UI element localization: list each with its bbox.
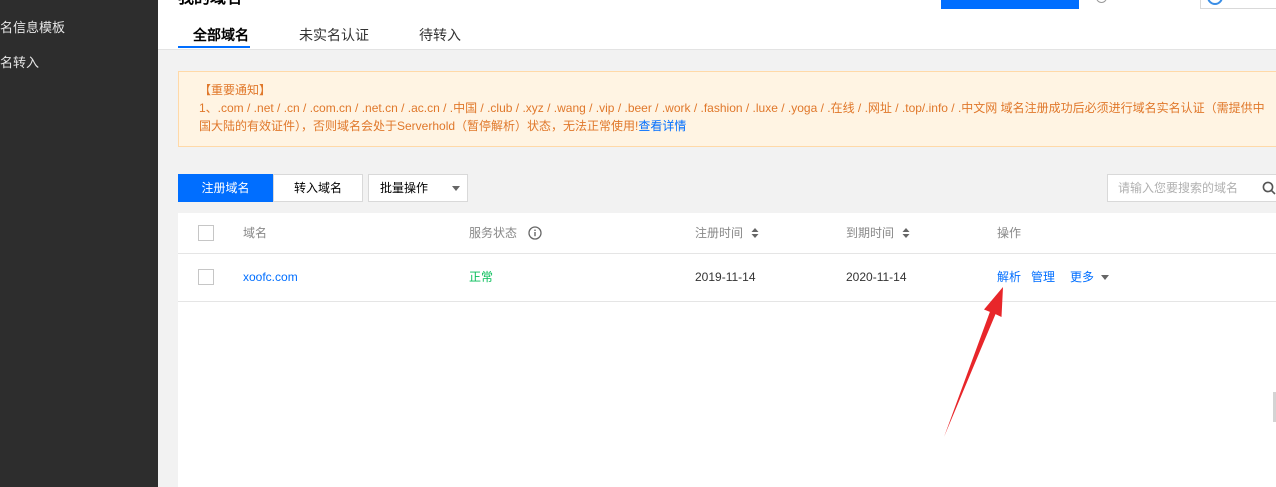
search-icon[interactable]: [1262, 181, 1276, 195]
info-icon[interactable]: [528, 226, 542, 240]
column-header-actions: 操作: [997, 226, 1022, 240]
user-icon: [1207, 0, 1223, 5]
column-header-expires[interactable]: 到期时间: [846, 213, 894, 253]
notice-line-2-text: 国大陆的有效证件），否则域名会处于Serverhold（暂停解析）状态，无法正常…: [199, 119, 639, 133]
domain-table: 域名 服务状态 注册时间 到期时间 操作 xoofc.com 正常 2019-1…: [178, 213, 1276, 487]
status-badge: 正常: [469, 270, 494, 284]
column-header-registered[interactable]: 注册时间: [695, 213, 743, 253]
notice-line-2: 国大陆的有效证件），否则域名会处于Serverhold（暂停解析）状态，无法正常…: [199, 117, 1276, 135]
search-placeholder: 请输入您要搜索的域名: [1118, 181, 1239, 195]
batch-operation-select[interactable]: 批量操作: [368, 174, 468, 202]
resolve-link[interactable]: 解析: [997, 254, 1021, 300]
column-header-status: 服务状态: [469, 226, 518, 240]
sidebar-item-transfer[interactable]: 名转入: [0, 54, 39, 72]
notice-line-1: 1、.com / .net / .cn / .com.cn / .net.cn …: [199, 101, 1265, 115]
transfer-domain-button[interactable]: 转入域名: [273, 174, 363, 202]
tab-pending-transfer[interactable]: 待转入: [419, 26, 461, 44]
page-title: 我的域名: [178, 0, 242, 9]
table-header: 域名 服务状态 注册时间 到期时间 操作: [178, 213, 1276, 254]
caret-down-icon[interactable]: [1101, 275, 1109, 280]
manage-link[interactable]: 管理: [1031, 254, 1055, 300]
table-row: xoofc.com 正常 2019-11-14 2020-11-14 解析 管理…: [178, 254, 1276, 302]
tab-unverified[interactable]: 未实名认证: [299, 26, 369, 44]
registered-date: 2019-11-14: [695, 270, 756, 284]
important-notice: 【重要通知】 1、.com / .net / .cn / .com.cn / .…: [178, 71, 1276, 147]
expires-date: 2020-11-14: [846, 270, 907, 284]
active-tab-indicator: [178, 46, 250, 48]
batch-operation-label: 批量操作: [380, 181, 429, 195]
column-header-domain: 域名: [243, 226, 268, 240]
top-primary-button[interactable]: [941, 0, 1079, 9]
sort-icon[interactable]: [751, 228, 759, 238]
register-domain-button[interactable]: 注册域名: [178, 174, 273, 202]
notice-title: 【重要通知】: [199, 83, 272, 97]
user-menu[interactable]: [1200, 0, 1276, 9]
sort-icon[interactable]: [902, 228, 910, 238]
page-header: 我的域名 全部域名 未实名认证 待转入: [158, 0, 1276, 50]
row-checkbox[interactable]: [198, 269, 214, 285]
help-icon[interactable]: [1096, 0, 1107, 3]
caret-down-icon: [452, 186, 460, 191]
domain-link[interactable]: xoofc.com: [243, 254, 298, 300]
notice-details-link[interactable]: 查看详情: [638, 119, 686, 133]
domain-search-input[interactable]: 请输入您要搜索的域名: [1107, 174, 1276, 202]
sidebar: 名信息模板 名转入: [0, 0, 158, 487]
tab-all-domains[interactable]: 全部域名: [193, 26, 249, 44]
select-all-checkbox[interactable]: [198, 225, 214, 241]
sidebar-item-info-template[interactable]: 名信息模板: [0, 19, 65, 37]
more-dropdown[interactable]: 更多: [1070, 254, 1094, 300]
